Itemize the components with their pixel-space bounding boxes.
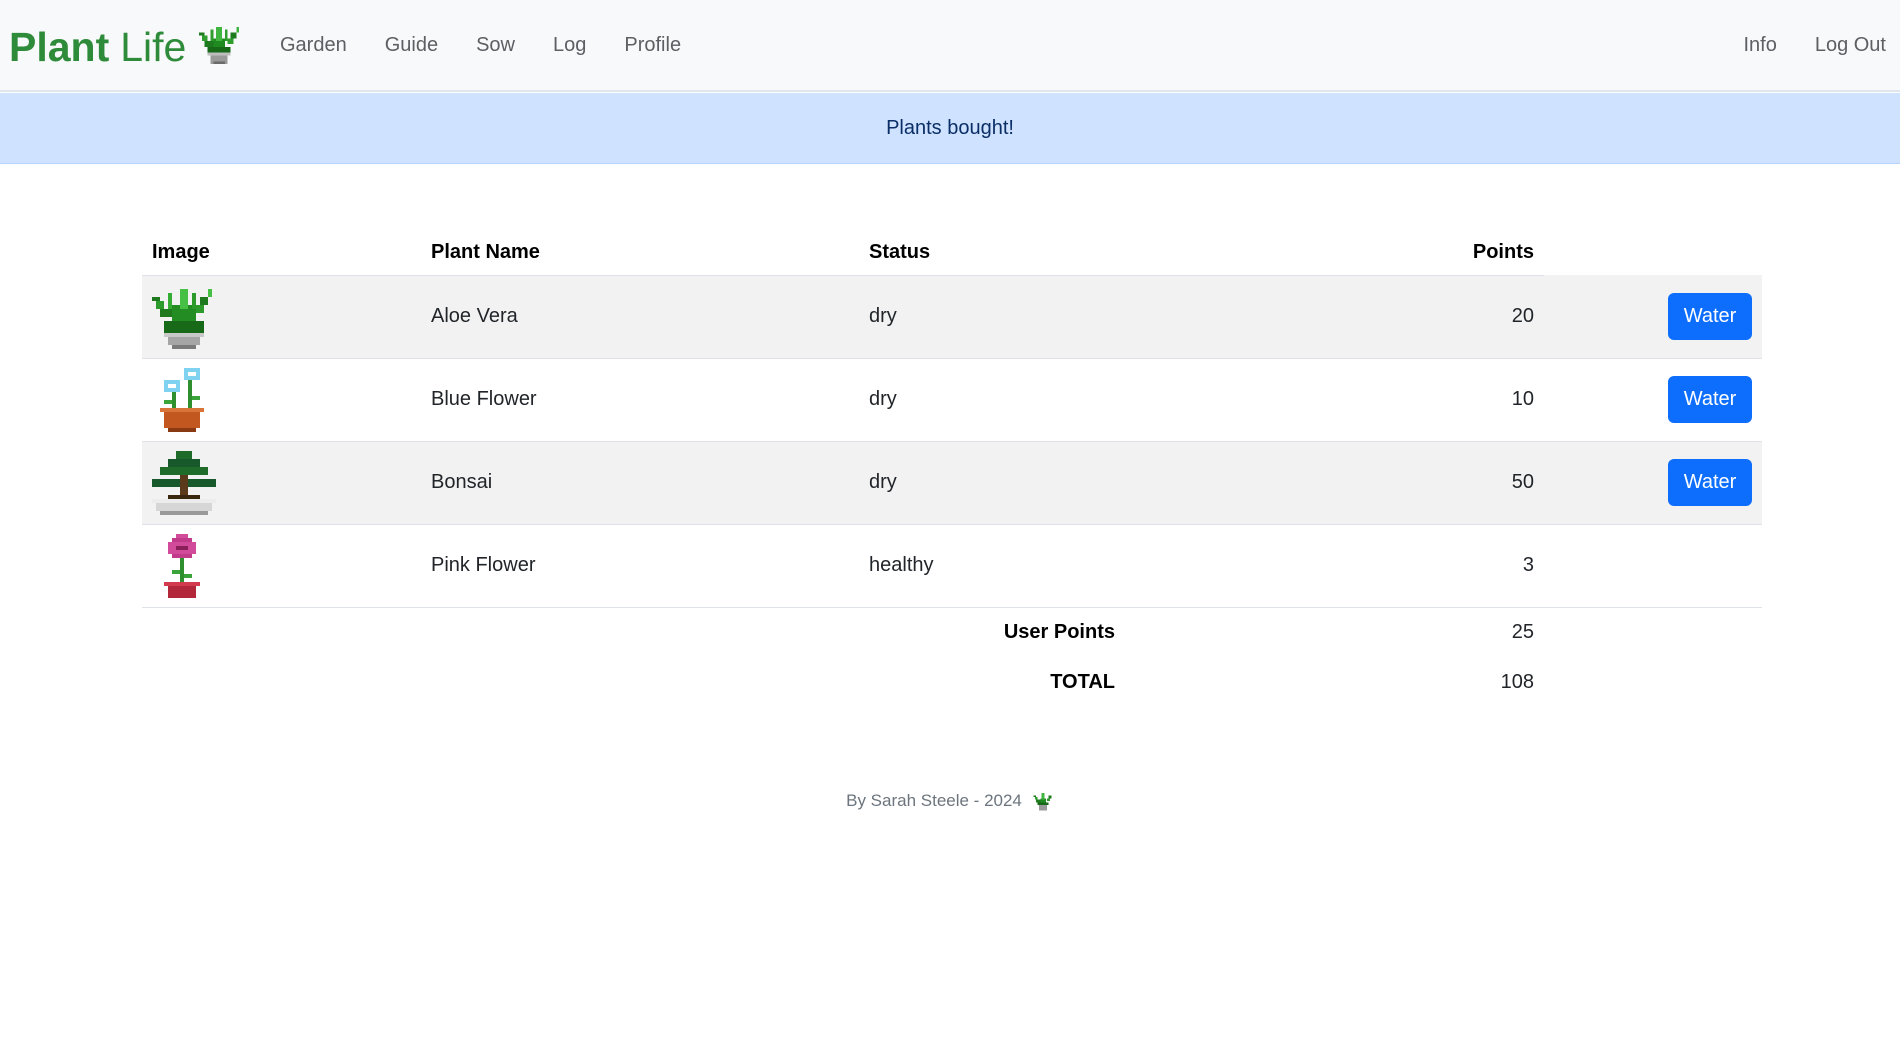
plant-name: Aloe Vera bbox=[421, 275, 859, 359]
water-button[interactable]: Water bbox=[1668, 459, 1752, 506]
user-points-value: 25 bbox=[1511, 620, 1534, 643]
footer-text: By Sarah Steele - 2024 bbox=[846, 791, 1022, 810]
plant-status: dry bbox=[859, 275, 1125, 359]
alert-message: Plants bought! bbox=[886, 116, 1014, 139]
plants-table: Image Plant Name Status Points Aloe Vera… bbox=[142, 230, 1762, 707]
empty-cell bbox=[142, 607, 421, 657]
table-row: Aloe Vera dry 20 Water bbox=[142, 275, 1762, 359]
plant-status: healthy bbox=[859, 524, 1125, 608]
plant-points: 3 bbox=[1125, 524, 1544, 608]
total-row: TOTAL 108 bbox=[142, 657, 1762, 707]
water-button[interactable]: Water bbox=[1668, 376, 1752, 423]
plant-status: dry bbox=[859, 441, 1125, 525]
nav-right: Info Log Out bbox=[1705, 30, 1886, 60]
empty-cell bbox=[421, 607, 859, 657]
header-actions bbox=[1544, 230, 1762, 275]
brand-name-bold: Plant bbox=[9, 23, 110, 70]
user-points-label: User Points bbox=[1003, 620, 1115, 643]
brand-name-light: Life bbox=[120, 23, 187, 70]
table-row: Pink Flower healthy 3 bbox=[142, 524, 1762, 608]
success-alert: Plants bought! bbox=[0, 93, 1900, 164]
empty-cell bbox=[142, 657, 421, 707]
plant-image-cell bbox=[142, 441, 421, 525]
footer: By Sarah Steele - 2024 bbox=[0, 790, 1900, 812]
empty-cell bbox=[1544, 607, 1762, 657]
nav-left: Garden Guide Sow Log Profile bbox=[280, 30, 719, 60]
header-image: Image bbox=[142, 230, 421, 276]
potted-plant-icon bbox=[1033, 792, 1052, 811]
empty-cell bbox=[1544, 657, 1762, 707]
action-cell bbox=[1544, 524, 1762, 608]
table-row: Bonsai dry 50 Water bbox=[142, 441, 1762, 525]
header-plant-name: Plant Name bbox=[421, 230, 859, 276]
plant-name: Bonsai bbox=[421, 441, 859, 525]
action-cell: Water bbox=[1544, 275, 1762, 359]
table-row: Blue Flower dry 10 Water bbox=[142, 358, 1762, 442]
plants-table-wrapper: Image Plant Name Status Points Aloe Vera… bbox=[142, 230, 1762, 707]
pink-flower-icon bbox=[164, 533, 200, 598]
nav-garden[interactable]: Garden bbox=[280, 30, 347, 60]
nav-guide[interactable]: Guide bbox=[385, 30, 438, 60]
plant-image-cell bbox=[142, 358, 421, 442]
header-points: Points bbox=[1125, 230, 1544, 276]
potted-plant-icon bbox=[199, 26, 240, 65]
nav-sow[interactable]: Sow bbox=[476, 30, 515, 60]
nav-logout[interactable]: Log Out bbox=[1815, 30, 1886, 60]
water-button[interactable]: Water bbox=[1668, 292, 1752, 340]
plant-image-cell bbox=[142, 524, 421, 608]
plant-name: Pink Flower bbox=[421, 524, 859, 608]
plant-points: 20 bbox=[1125, 275, 1544, 359]
header-status: Status bbox=[859, 230, 1125, 276]
bonsai-icon bbox=[152, 450, 216, 515]
plant-image-cell bbox=[142, 275, 421, 359]
plant-points: 50 bbox=[1125, 441, 1544, 525]
nav-log[interactable]: Log bbox=[553, 30, 586, 60]
aloe-vera-icon bbox=[152, 288, 212, 349]
action-cell: Water bbox=[1544, 358, 1762, 442]
navbar: Plant Life Garden Guide Sow Log Profile … bbox=[0, 0, 1900, 92]
plant-status: dry bbox=[859, 358, 1125, 442]
nav-info[interactable]: Info bbox=[1743, 30, 1776, 60]
empty-cell bbox=[421, 657, 859, 707]
table-header-row: Image Plant Name Status Points bbox=[142, 230, 1762, 276]
nav-profile[interactable]: Profile bbox=[624, 30, 681, 60]
plant-points: 10 bbox=[1125, 358, 1544, 442]
user-points-row: User Points 25 bbox=[142, 607, 1762, 657]
brand-link[interactable]: Plant Life bbox=[9, 22, 242, 72]
plant-name: Blue Flower bbox=[421, 358, 859, 442]
blue-flower-icon bbox=[160, 367, 204, 432]
action-cell: Water bbox=[1544, 441, 1762, 525]
total-value: 108 bbox=[1500, 670, 1534, 693]
total-label: TOTAL bbox=[1050, 670, 1115, 693]
